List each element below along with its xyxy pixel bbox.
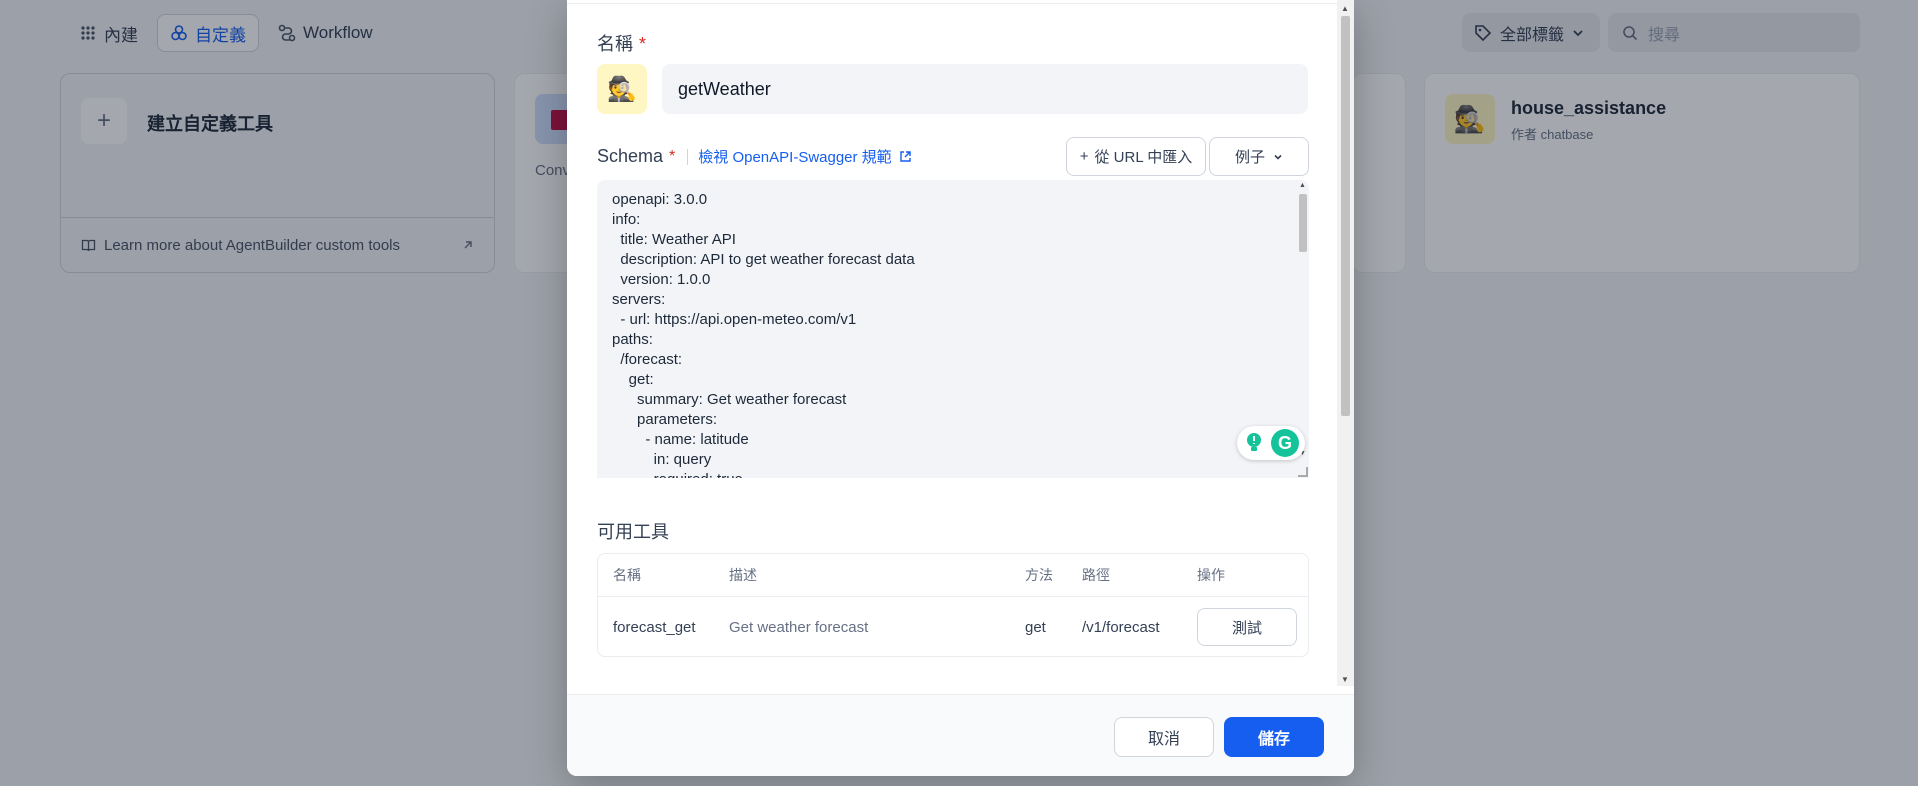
schema-editor[interactable]: openapi: 3.0.0 info: title: Weather API … [597, 180, 1309, 478]
schema-label: Schema [597, 146, 664, 166]
tool-avatar-picker[interactable]: 🕵️ [597, 64, 647, 114]
save-button[interactable]: 儲存 [1224, 717, 1324, 757]
test-button[interactable]: 測試 [1197, 608, 1297, 646]
cancel-button[interactable]: 取消 [1114, 717, 1214, 757]
divider [687, 148, 689, 165]
scroll-up-arrow[interactable]: ▲ [1299, 182, 1306, 189]
available-tools-label: 可用工具 [597, 522, 669, 542]
row-tool-description: Get weather forecast [729, 618, 869, 636]
modal-footer: 取消 儲存 [567, 694, 1354, 776]
resize-handle[interactable] [1298, 467, 1308, 477]
edit-custom-tool-modal: 名稱* 🕵️ Schema * 檢視 OpenAPI-Swagger 規範 + … [567, 0, 1354, 776]
available-tools-table: 名稱 描述 方法 路徑 操作 forecast_get Get weather … [597, 553, 1309, 657]
example-label: 例子 [1234, 149, 1265, 166]
example-dropdown-button[interactable]: 例子 [1209, 137, 1309, 176]
column-header-name: 名稱 [613, 567, 641, 583]
openapi-spec-link-text: 檢視 OpenAPI-Swagger 規範 [698, 149, 892, 166]
tool-name-input[interactable] [662, 64, 1308, 114]
scroll-down-arrow[interactable]: ▼ [1341, 675, 1349, 684]
grammarly-logo-icon[interactable]: G [1271, 429, 1299, 457]
scroll-thumb[interactable] [1299, 194, 1307, 252]
chevron-down-icon [1274, 154, 1282, 160]
name-field-label: 名稱 * [597, 34, 647, 54]
schema-required-mark: * [669, 147, 676, 165]
modal-scrollbar[interactable]: ▲ ▼ [1337, 0, 1354, 686]
scroll-up-arrow[interactable]: ▲ [1341, 4, 1349, 13]
required-mark: * [639, 34, 647, 54]
modal-top-edge [567, 0, 1337, 4]
scroll-thumb[interactable] [1341, 16, 1350, 416]
plus-icon: + [1079, 148, 1089, 165]
schema-header: Schema * 檢視 OpenAPI-Swagger 規範 [597, 146, 912, 167]
row-tool-method: get [1025, 618, 1046, 636]
table-header: 名稱 描述 方法 路徑 操作 [598, 554, 1308, 597]
external-link-icon [899, 151, 911, 162]
column-header-method: 方法 [1025, 567, 1053, 583]
column-header-path: 路徑 [1082, 567, 1110, 583]
row-action-cell: 測試 [1197, 597, 1297, 656]
row-tool-name: forecast_get [613, 618, 696, 636]
column-header-description: 描述 [729, 567, 757, 583]
lightbulb-icon[interactable] [1241, 430, 1267, 456]
import-from-url-button[interactable]: + 從 URL 中匯入 [1066, 137, 1206, 176]
schema-text[interactable]: openapi: 3.0.0 info: title: Weather API … [612, 190, 915, 478]
grammarly-widget[interactable]: G [1237, 426, 1305, 460]
column-header-action: 操作 [1197, 567, 1225, 583]
import-from-url-label: 從 URL 中匯入 [1094, 149, 1193, 166]
table-row: forecast_get Get weather forecast get /v… [598, 597, 1308, 656]
openapi-spec-link[interactable]: 檢視 OpenAPI-Swagger 規範 [698, 146, 911, 167]
row-tool-path: /v1/forecast [1082, 618, 1160, 636]
